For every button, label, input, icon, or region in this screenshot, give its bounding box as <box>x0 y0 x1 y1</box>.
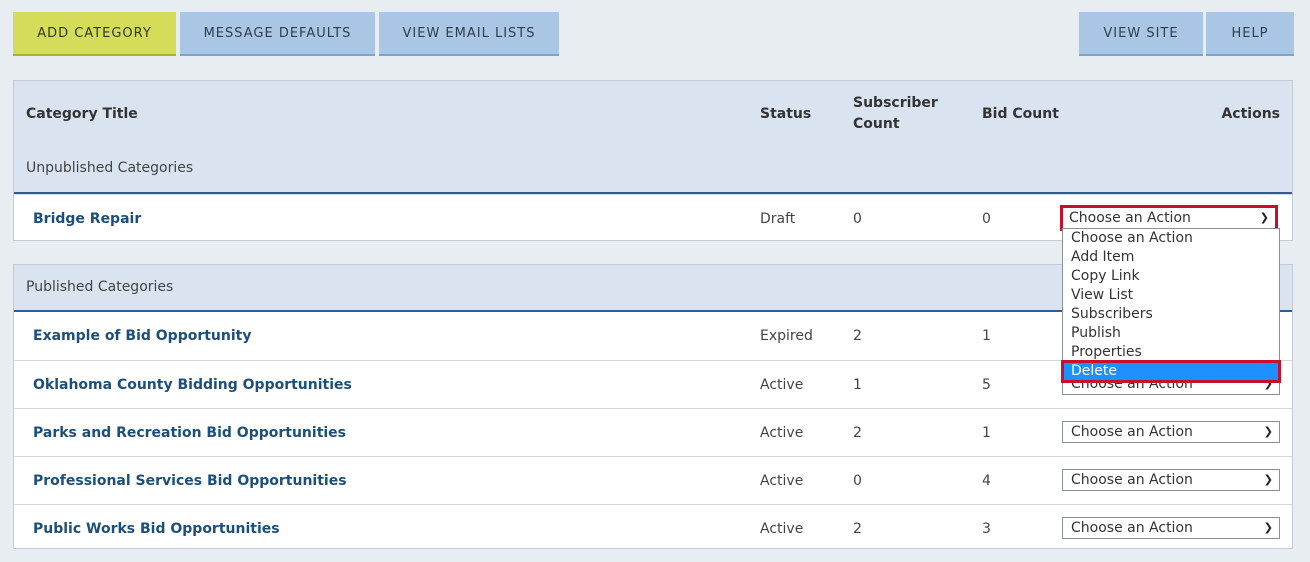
bid-count-cell: 5 <box>982 376 991 393</box>
option-choose-an-action[interactable]: Choose an Action <box>1063 229 1279 248</box>
action-select[interactable]: Choose an Action ❯ <box>1062 517 1280 539</box>
option-properties[interactable]: Properties <box>1063 343 1279 362</box>
chevron-down-icon: ❯ <box>1259 211 1269 224</box>
view-site-button[interactable]: VIEW SITE <box>1079 12 1203 56</box>
category-title-link[interactable]: Parks and Recreation Bid Opportunities <box>33 409 346 456</box>
bid-count-cell: 1 <box>982 424 991 441</box>
subscriber-count-header-line2: Count <box>853 116 900 132</box>
category-title-link[interactable]: Bridge Repair <box>33 195 141 242</box>
subscriber-count-cell: 2 <box>853 327 862 344</box>
option-copy-link[interactable]: Copy Link <box>1063 267 1279 286</box>
category-title-link[interactable]: Example of Bid Opportunity <box>33 312 251 359</box>
status-cell: Active <box>760 520 804 537</box>
unpublished-categories-table: Category Title Status Subscriber Count B… <box>13 80 1293 241</box>
subscriber-count-cell: 0 <box>853 210 862 227</box>
table-row: Parks and Recreation Bid Opportunities A… <box>14 408 1292 456</box>
action-select[interactable]: Choose an Action ❯ <box>1062 469 1280 491</box>
action-select-value: Choose an Action <box>1071 424 1193 440</box>
table-row: Professional Services Bid Opportunities … <box>14 456 1292 504</box>
category-title-link[interactable]: Public Works Bid Opportunities <box>33 505 280 552</box>
category-title-link[interactable]: Professional Services Bid Opportunities <box>33 457 347 504</box>
action-select-value: Choose an Action <box>1071 472 1193 488</box>
chevron-down-icon: ❯ <box>1263 473 1273 486</box>
chevron-down-icon: ❯ <box>1263 521 1273 534</box>
action-select-value: Choose an Action <box>1069 210 1191 226</box>
subscriber-count-cell: 2 <box>853 520 862 537</box>
option-add-item[interactable]: Add Item <box>1063 248 1279 267</box>
chevron-down-icon: ❯ <box>1263 425 1273 438</box>
help-button[interactable]: HELP <box>1206 12 1294 56</box>
subscriber-count-header: Subscriber Count <box>853 93 938 135</box>
option-delete[interactable]: Delete <box>1061 360 1281 383</box>
message-defaults-button[interactable]: MESSAGE DEFAULTS <box>180 12 375 56</box>
bid-count-header: Bid Count <box>982 106 1059 122</box>
action-select-value: Choose an Action <box>1071 520 1193 536</box>
status-cell: Active <box>760 472 804 489</box>
action-dropdown-list: Choose an Action Add Item Copy Link View… <box>1061 228 1281 383</box>
actions-header: Actions <box>1221 106 1280 122</box>
bid-count-cell: 3 <box>982 520 991 537</box>
subscriber-count-header-line1: Subscriber <box>853 95 938 111</box>
action-select[interactable]: Choose an Action ❯ <box>1062 421 1280 443</box>
status-cell: Active <box>760 424 804 441</box>
category-title-link[interactable]: Oklahoma County Bidding Opportunities <box>33 361 352 408</box>
subscriber-count-cell: 1 <box>853 376 862 393</box>
status-cell: Active <box>760 376 804 393</box>
bid-count-cell: 1 <box>982 327 991 344</box>
category-title-header: Category Title <box>26 106 138 122</box>
table-header: Category Title Status Subscriber Count B… <box>14 81 1292 194</box>
view-email-lists-button[interactable]: VIEW EMAIL LISTS <box>379 12 559 56</box>
status-cell: Draft <box>760 210 796 227</box>
option-publish[interactable]: Publish <box>1063 324 1279 343</box>
unpublished-section-label: Unpublished Categories <box>26 160 194 176</box>
bid-count-cell: 4 <box>982 472 991 489</box>
table-row: Public Works Bid Opportunities Active 2 … <box>14 504 1292 552</box>
subscriber-count-cell: 0 <box>853 472 862 489</box>
subscriber-count-cell: 2 <box>853 424 862 441</box>
add-category-button[interactable]: ADD CATEGORY <box>13 12 176 56</box>
option-subscribers[interactable]: Subscribers <box>1063 305 1279 324</box>
published-section-label: Published Categories <box>26 279 174 295</box>
status-cell: Expired <box>760 327 813 344</box>
bid-count-cell: 0 <box>982 210 991 227</box>
option-view-list[interactable]: View List <box>1063 286 1279 305</box>
status-header: Status <box>760 106 812 122</box>
toolbar: ADD CATEGORY MESSAGE DEFAULTS VIEW EMAIL… <box>13 12 1297 56</box>
